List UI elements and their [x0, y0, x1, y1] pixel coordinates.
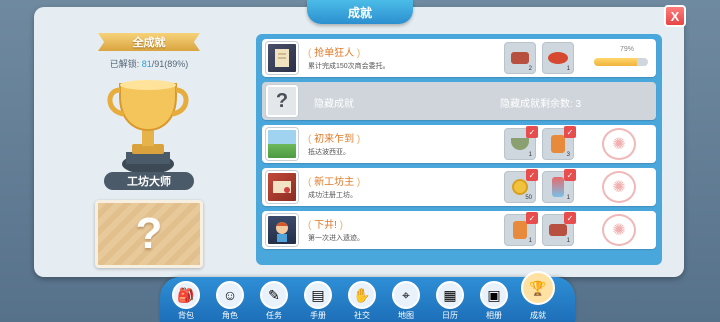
question-mark-icon: ? [135, 209, 163, 258]
claimed-check-icon: ✓ [564, 126, 576, 138]
character-portrait-icon [266, 214, 298, 246]
reward-count: 1 [566, 238, 570, 244]
achievement-row[interactable]: 初来乍到 抵达波西亚。 1 ✓ 3 ✓ ✺ [262, 125, 656, 163]
reward-count: 3 [566, 152, 570, 158]
unlocked-label: 已解锁: [109, 59, 142, 69]
reward-slot[interactable]: 1 ✓ [504, 126, 538, 160]
map-icon[interactable]: ⌖ [392, 281, 420, 309]
hidden-achievement-row: ? 隐藏成就 隐藏成就剩余数: 3 [262, 82, 656, 120]
reward-slot[interactable]: 1 ✓ [542, 169, 576, 203]
trophy-icon[interactable]: 🏆 [521, 271, 555, 305]
reward-slot[interactable]: 3 ✓ [542, 126, 576, 160]
panel-title: 成就 [307, 0, 413, 24]
achievement-row[interactable]: 新工坊主 成功注册工坊。 50 ✓ 1 ✓ ✺ [262, 168, 656, 206]
character-icon[interactable]: ☺ [216, 281, 244, 309]
achievement-title: 抢单狂人 [308, 44, 360, 59]
trophy-title: 工坊大师 [104, 172, 194, 190]
calendar-icon[interactable]: ▦ [436, 281, 464, 309]
dock-label-character[interactable]: 角色 [212, 310, 248, 321]
dock-label-handbook[interactable]: 手册 [300, 310, 336, 321]
hidden-remaining-count: 隐藏成就剩余数: 3 [500, 99, 582, 110]
question-mark-icon: ? [266, 85, 298, 117]
dock-label-social[interactable]: 社交 [344, 310, 380, 321]
claimed-seal-icon: ✺ [602, 128, 636, 160]
hidden-achievement-label: 隐藏成就 [314, 99, 354, 110]
certificate-icon [266, 171, 298, 203]
achievement-desc: 累计完成150次商会委托。 [308, 63, 390, 70]
jar-icon [551, 135, 565, 153]
achievement-row[interactable]: 下井! 第一次进入遗迹。 1 ✓ 1 ✓ ✺ [262, 211, 656, 249]
claimed-check-icon: ✓ [526, 126, 538, 138]
dock-label-map[interactable]: 地图 [388, 310, 424, 321]
achievement-desc: 抵达波西亚。 [308, 149, 350, 156]
dish-icon [548, 52, 568, 64]
achievement-desc: 第一次进入遗迹。 [308, 235, 364, 242]
reward-count: 2 [528, 66, 532, 72]
album-icon[interactable]: ▣ [480, 281, 508, 309]
backpack-icon[interactable]: 🎒 [172, 281, 200, 309]
dock-label-backpack[interactable]: 背包 [168, 310, 204, 321]
mystery-card[interactable]: ? [95, 200, 203, 268]
unlocked-total: /91(89%) [151, 59, 189, 69]
achievement-row[interactable]: 抢单狂人 累计完成150次商会委托。 2 1 79% [262, 39, 656, 77]
coin-icon [512, 179, 528, 195]
progress-fill [594, 58, 637, 66]
meat-icon [511, 52, 529, 64]
dock-label-album[interactable]: 相册 [476, 310, 512, 321]
bowl-icon [511, 138, 529, 150]
dock-label-calendar[interactable]: 日历 [432, 310, 468, 321]
reward-slot[interactable]: 1 ✓ [504, 212, 538, 246]
claimed-check-icon: ✓ [564, 212, 576, 224]
claimed-seal-icon: ✺ [602, 171, 636, 203]
landscape-icon [266, 128, 298, 160]
reward-count: 1 [566, 66, 570, 72]
claimed-check-icon: ✓ [526, 212, 538, 224]
reward-count: 1 [528, 238, 532, 244]
achievement-list[interactable]: 抢单狂人 累计完成150次商会委托。 2 1 79% ? 隐藏成就 隐藏成就剩余… [256, 34, 662, 265]
handbook-icon[interactable]: ▤ [304, 281, 332, 309]
jar-icon [513, 221, 527, 239]
unlocked-count: 已解锁: 81/91(89%) [90, 57, 208, 70]
reward-count: 1 [566, 195, 570, 201]
progress-bar [594, 58, 648, 66]
bottom-dock: 🎒 背包 ☺ 角色 ✎ 任务 ▤ 手册 ✋ 社交 ⌖ 地图 ▦ 日历 ▣ 相册 … [160, 271, 575, 322]
unlocked-value: 81 [141, 59, 152, 69]
claimed-check-icon: ✓ [526, 169, 538, 181]
claimed-seal-icon: ✺ [602, 214, 636, 246]
all-achievements-ribbon: 全成就 [98, 33, 200, 51]
reward-count: 50 [525, 195, 532, 201]
meat-icon [549, 224, 567, 236]
potion-icon [552, 177, 564, 197]
close-button[interactable]: X [664, 5, 686, 27]
social-icon[interactable]: ✋ [348, 281, 376, 309]
achievement-title: 下井! [308, 216, 343, 231]
achievement-title: 新工坊主 [308, 173, 360, 188]
reward-count: 1 [528, 152, 532, 158]
reward-slot[interactable]: 1 [542, 42, 574, 74]
reward-slot[interactable]: 50 ✓ [504, 169, 538, 203]
progress-percent: 79% [619, 46, 634, 53]
task-icon[interactable]: ✎ [260, 281, 288, 309]
reward-slot[interactable]: 2 [504, 42, 536, 74]
scroll-icon [266, 42, 298, 74]
achievement-title: 初来乍到 [308, 130, 360, 145]
claimed-check-icon: ✓ [564, 169, 576, 181]
dock-label-task[interactable]: 任务 [256, 310, 292, 321]
achievement-desc: 成功注册工坊。 [308, 192, 357, 199]
dock-label-achievements[interactable]: 成就 [520, 310, 556, 321]
reward-slot[interactable]: 1 ✓ [542, 212, 576, 246]
